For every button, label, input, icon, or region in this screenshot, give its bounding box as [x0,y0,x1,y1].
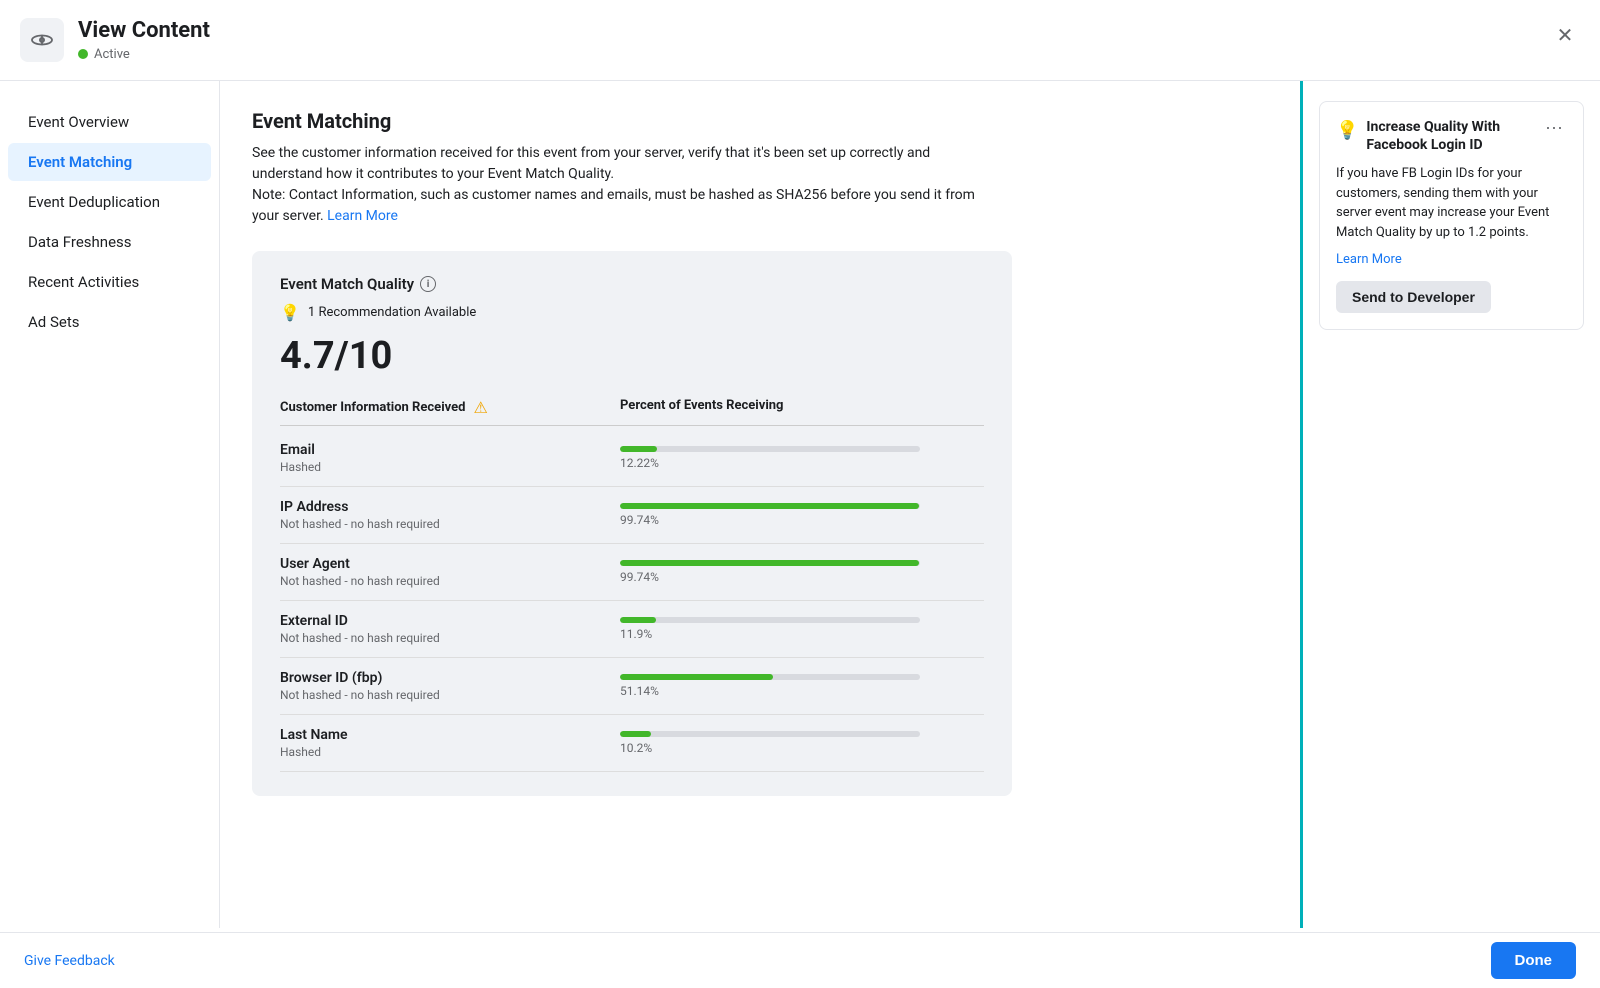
quality-card-title: Event Match Quality i [280,275,984,293]
page-title: View Content [78,18,210,44]
tip-bulb-icon: 💡 [1336,120,1358,141]
row-label: User Agent [280,556,620,572]
percent-text: 10.2% [620,741,984,755]
status-text: Active [94,47,130,62]
row-label-cell: External ID Not hashed - no hash require… [280,613,620,645]
tip-card-header: 💡 Increase Quality With Facebook Login I… [1336,118,1567,154]
row-sublabel: Not hashed - no hash required [280,631,620,645]
table-header-col1-wrap: Customer Information Received ⚠ [280,398,620,417]
row-label-cell: User Agent Not hashed - no hash required [280,556,620,588]
row-right: 10.2% [620,731,984,755]
header: View Content Active ✕ [0,0,1600,81]
bulb-icon: 💡 [280,303,300,322]
row-label: Email [280,442,620,458]
warning-icon: ⚠ [473,398,487,417]
row-right: 99.74% [620,503,984,527]
row-right: 12.22% [620,446,984,470]
quality-card: Event Match Quality i 💡 1 Recommendation… [252,251,1012,796]
send-to-developer-button[interactable]: Send to Developer [1336,281,1491,313]
row-label-cell: Last Name Hashed [280,727,620,759]
row-label-cell: Browser ID (fbp) Not hashed - no hash re… [280,670,620,702]
table-rows: Email Hashed 12.22% IP Address Not hashe… [280,430,984,772]
tip-body: If you have FB Login IDs for your custom… [1336,164,1567,242]
table-header: Customer Information Received ⚠ Percent … [280,398,984,426]
recommendation-text: 1 Recommendation Available [308,305,476,320]
progress-bar-bg [620,617,920,623]
table-row: Last Name Hashed 10.2% [280,715,984,772]
sidebar-item-data-freshness[interactable]: Data Freshness [8,223,211,261]
progress-bar-fill [620,560,919,566]
progress-bar-bg [620,446,920,452]
row-label: Browser ID (fbp) [280,670,620,686]
section-title: Event Matching [252,109,1268,133]
row-label: Last Name [280,727,620,743]
sidebar: Event Overview Event Matching Event Dedu… [0,81,220,928]
done-button[interactable]: Done [1491,942,1577,979]
section-description: See the customer information received fo… [252,143,982,227]
table-header-col2: Percent of Events Receiving [620,398,984,417]
tip-card-title: Increase Quality With Facebook Login ID [1366,118,1541,154]
sidebar-item-event-matching[interactable]: Event Matching [8,143,211,181]
progress-bar-fill [620,731,651,737]
tip-card: 💡 Increase Quality With Facebook Login I… [1319,101,1584,330]
row-label-cell: IP Address Not hashed - no hash required [280,499,620,531]
event-icon [20,18,64,62]
row-sublabel: Hashed [280,745,620,759]
progress-bar-bg [620,503,920,509]
row-sublabel: Hashed [280,460,620,474]
row-right: 11.9% [620,617,984,641]
progress-bar-bg [620,560,920,566]
recommendation-row: 💡 1 Recommendation Available [280,303,984,322]
sidebar-item-event-overview[interactable]: Event Overview [8,103,211,141]
tip-learn-more-link[interactable]: Learn More [1336,252,1567,267]
table-row: User Agent Not hashed - no hash required… [280,544,984,601]
percent-text: 51.14% [620,684,984,698]
percent-text: 11.9% [620,627,984,641]
sidebar-item-event-deduplication[interactable]: Event Deduplication [8,183,211,221]
quality-title-text: Event Match Quality [280,275,414,293]
row-sublabel: Not hashed - no hash required [280,688,620,702]
percent-text: 99.74% [620,570,984,584]
progress-bar-bg [620,731,920,737]
row-right: 51.14% [620,674,984,698]
status-dot [78,49,88,59]
progress-bar-fill [620,674,773,680]
tip-title-wrap: 💡 Increase Quality With Facebook Login I… [1336,118,1541,154]
row-label-cell: Email Hashed [280,442,620,474]
close-button[interactable]: ✕ [1550,20,1580,50]
progress-bar-fill [620,617,656,623]
row-right: 99.74% [620,560,984,584]
status-bar: Active [78,47,210,62]
row-label: IP Address [280,499,620,515]
learn-more-link[interactable]: Learn More [327,208,398,224]
percent-text: 12.22% [620,456,984,470]
header-title-block: View Content Active [78,18,210,61]
table-header-col1: Customer Information Received [280,400,465,415]
give-feedback-link[interactable]: Give Feedback [24,953,115,969]
progress-bar-fill [620,446,657,452]
body-layout: Event Overview Event Matching Event Dedu… [0,81,1600,928]
main-content: Event Matching See the customer informat… [220,81,1300,928]
progress-bar-bg [620,674,920,680]
footer: Give Feedback Done [0,932,1600,988]
section-desc-part1: See the customer information received fo… [252,145,930,182]
quality-score: 4.7/10 [280,334,984,378]
progress-bar-fill [620,503,919,509]
percent-text: 99.74% [620,513,984,527]
sidebar-item-recent-activities[interactable]: Recent Activities [8,263,211,301]
table-row: Email Hashed 12.22% [280,430,984,487]
right-panel: 💡 Increase Quality With Facebook Login I… [1300,81,1600,928]
info-icon[interactable]: i [420,276,436,292]
table-row: External ID Not hashed - no hash require… [280,601,984,658]
tip-menu-button[interactable]: ··· [1541,118,1567,136]
row-sublabel: Not hashed - no hash required [280,574,620,588]
sidebar-item-ad-sets[interactable]: Ad Sets [8,303,211,341]
row-label: External ID [280,613,620,629]
row-sublabel: Not hashed - no hash required [280,517,620,531]
table-row: Browser ID (fbp) Not hashed - no hash re… [280,658,984,715]
table-row: IP Address Not hashed - no hash required… [280,487,984,544]
